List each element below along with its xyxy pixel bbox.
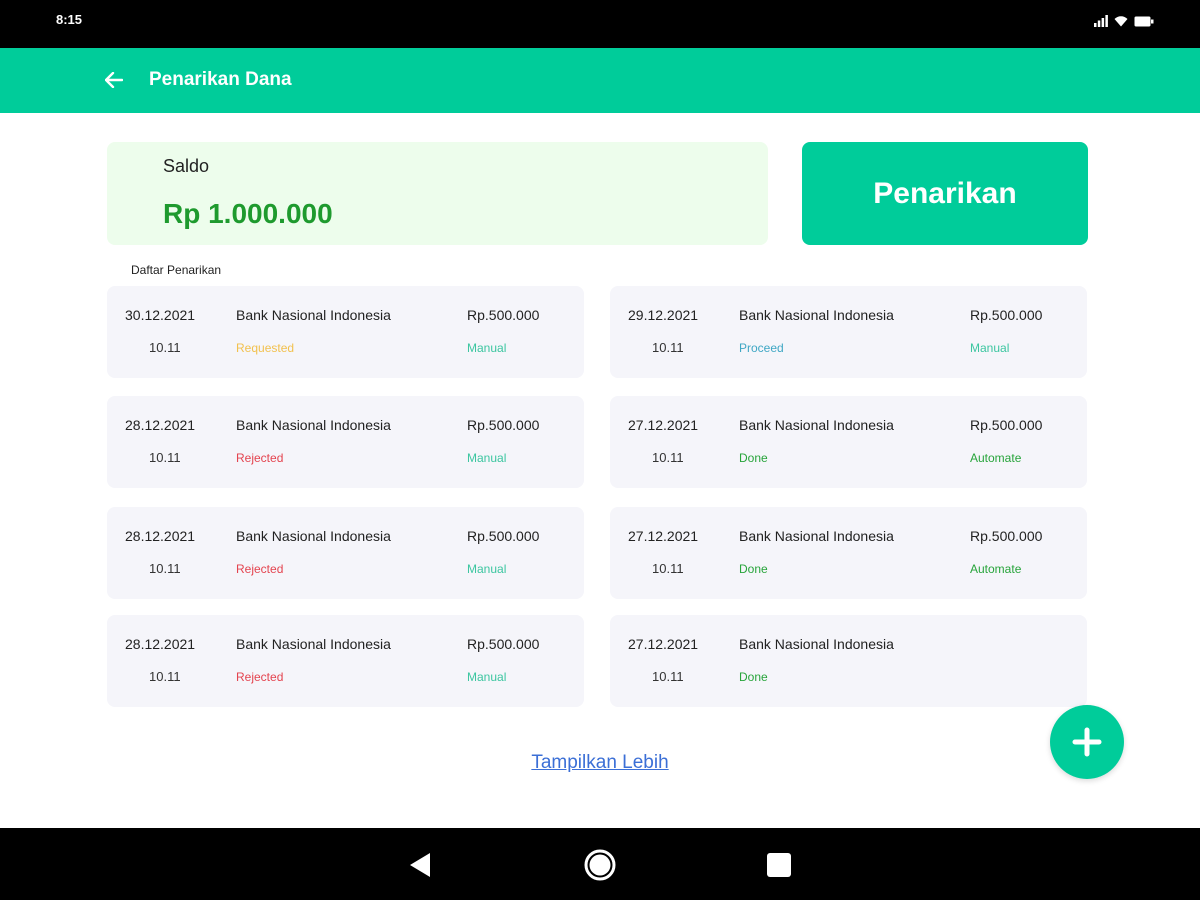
withdrawal-card[interactable]: 30.12.2021 10.11 Bank Nasional Indonesia Re… bbox=[107, 286, 584, 378]
withdrawal-bank: Bank Nasional Indonesia bbox=[739, 528, 894, 544]
plus-icon bbox=[1072, 727, 1102, 757]
withdrawal-bank: Bank Nasional Indonesia bbox=[236, 307, 391, 323]
withdrawal-method: Manual bbox=[467, 341, 507, 355]
withdrawal-date: 28.12.2021 bbox=[125, 636, 196, 652]
withdrawal-bank: Bank Nasional Indonesia bbox=[236, 417, 391, 433]
page-title: Penarikan Dana bbox=[149, 69, 292, 90]
withdrawal-card[interactable]: 29.12.2021 10.11 Bank Nasional Indonesia Pr… bbox=[610, 286, 1087, 378]
withdrawal-status: Done bbox=[739, 562, 768, 576]
withdrawal-date: 30.12.2021 bbox=[125, 307, 196, 323]
withdrawal-date: 27.12.2021 bbox=[628, 636, 699, 652]
show-more-link[interactable]: Tampilkan Lebih bbox=[0, 752, 1200, 774]
withdrawal-time: 10.11 bbox=[149, 450, 181, 465]
withdrawal-date: 29.12.2021 bbox=[628, 307, 699, 323]
withdrawal-status: Done bbox=[739, 451, 768, 465]
withdrawal-card[interactable]: 28.12.2021 10.11 Bank Nasional Indonesia Re… bbox=[107, 396, 584, 488]
withdrawal-amount: Rp.500.000 bbox=[970, 307, 1043, 323]
square-recents-icon bbox=[767, 853, 791, 877]
status-bar: 8:15 bbox=[0, 0, 1200, 48]
withdrawal-card[interactable]: 27.12.2021 10.11 Bank Nasional Indonesia Do… bbox=[610, 507, 1087, 599]
withdrawal-bank: Bank Nasional Indonesia bbox=[236, 636, 391, 652]
withdrawal-card[interactable]: 28.12.2021 10.11 Bank Nasional Indonesia Re… bbox=[107, 615, 584, 707]
withdrawal-date: 28.12.2021 bbox=[125, 417, 196, 433]
withdrawal-amount: Rp.500.000 bbox=[467, 528, 540, 544]
withdrawal-date: 27.12.2021 bbox=[628, 417, 699, 433]
withdrawal-card[interactable]: 27.12.2021 10.11 Bank Nasional Indonesia Do… bbox=[610, 396, 1087, 488]
withdrawal-status: Rejected bbox=[236, 670, 284, 684]
withdrawal-amount: Rp.500.000 bbox=[970, 528, 1043, 544]
withdrawal-method: Manual bbox=[467, 670, 507, 684]
withdraw-button[interactable]: Penarikan bbox=[802, 142, 1088, 245]
status-icons bbox=[1094, 15, 1154, 27]
withdrawal-time: 10.11 bbox=[652, 561, 684, 576]
balance-card: Saldo Rp 1.000.000 bbox=[107, 142, 768, 245]
nav-back-button[interactable] bbox=[403, 848, 437, 882]
navigation-bar bbox=[0, 828, 1200, 900]
circle-home-icon bbox=[584, 849, 616, 881]
withdrawal-time: 10.11 bbox=[652, 450, 684, 465]
withdrawal-time: 10.11 bbox=[149, 340, 181, 355]
signal-icon bbox=[1094, 15, 1108, 27]
withdrawal-card[interactable]: 28.12.2021 10.11 Bank Nasional Indonesia Re… bbox=[107, 507, 584, 599]
back-button[interactable] bbox=[100, 66, 128, 94]
withdrawal-date: 27.12.2021 bbox=[628, 528, 699, 544]
withdrawal-time: 10.11 bbox=[652, 340, 684, 355]
withdrawal-amount: Rp.500.000 bbox=[467, 417, 540, 433]
withdrawal-time: 10.11 bbox=[149, 561, 181, 576]
balance-label: Saldo bbox=[163, 156, 210, 176]
nav-home-button[interactable] bbox=[583, 848, 617, 882]
withdrawal-status: Requested bbox=[236, 341, 295, 355]
withdrawal-method: Automate bbox=[970, 562, 1022, 576]
withdrawal-method: Manual bbox=[467, 451, 507, 465]
withdrawal-status: Rejected bbox=[236, 562, 284, 576]
app-bar: Penarikan Dana bbox=[0, 48, 1200, 113]
arrow-left-icon bbox=[105, 72, 123, 88]
withdrawal-amount: Rp.500.000 bbox=[970, 417, 1043, 433]
status-time: 8:15 bbox=[56, 12, 83, 27]
withdrawal-amount: Rp.500.000 bbox=[467, 307, 540, 323]
withdrawal-method: Automate bbox=[970, 451, 1022, 465]
withdrawal-bank: Bank Nasional Indonesia bbox=[739, 307, 894, 323]
list-title: Daftar Penarikan bbox=[131, 263, 222, 277]
withdrawal-time: 10.11 bbox=[652, 669, 684, 684]
withdrawal-method: Manual bbox=[467, 562, 507, 576]
withdrawal-amount: Rp.500.000 bbox=[467, 636, 540, 652]
wifi-icon bbox=[1114, 16, 1128, 27]
withdrawal-bank: Bank Nasional Indonesia bbox=[739, 417, 894, 433]
battery-icon bbox=[1134, 16, 1154, 26]
balance-value: Rp 1.000.000 bbox=[163, 198, 333, 229]
withdrawal-card[interactable]: 27.12.2021 10.11 Bank Nasional Indonesia Do… bbox=[610, 615, 1087, 707]
withdrawal-bank: Bank Nasional Indonesia bbox=[739, 636, 894, 652]
withdrawal-status: Done bbox=[739, 670, 768, 684]
nav-recents-button[interactable] bbox=[762, 848, 796, 882]
withdrawal-method: Manual bbox=[970, 341, 1010, 355]
withdrawal-status: Rejected bbox=[236, 451, 284, 465]
withdrawal-status: Proceed bbox=[739, 341, 784, 355]
withdrawal-time: 10.11 bbox=[149, 669, 181, 684]
withdrawal-bank: Bank Nasional Indonesia bbox=[236, 528, 391, 544]
triangle-back-icon bbox=[410, 853, 430, 877]
withdrawal-date: 28.12.2021 bbox=[125, 528, 196, 544]
add-button[interactable] bbox=[1050, 705, 1124, 779]
